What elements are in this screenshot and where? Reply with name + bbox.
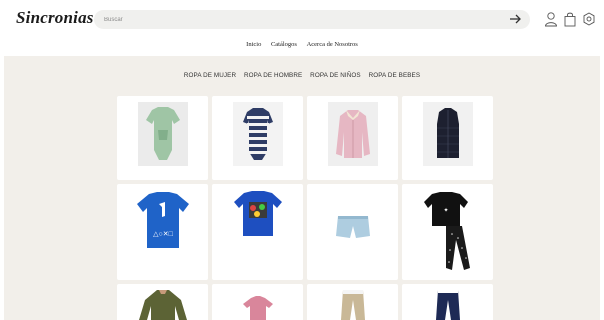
pink-tee-image [243, 296, 273, 320]
black-puffer-vest-image [423, 102, 473, 166]
pink-sherpa-jacket-image [328, 102, 378, 166]
category-hombre[interactable]: ROPA DE HOMBRE [244, 72, 302, 79]
product-card[interactable] [117, 96, 208, 180]
navy-jeans-image [436, 290, 460, 320]
user-icon[interactable] [544, 11, 558, 27]
product-card[interactable] [307, 284, 398, 320]
catalog-section: ROPA DE MUJER ROPA DE HOMBRE ROPA DE NIÑ… [4, 56, 600, 320]
product-card[interactable] [212, 96, 303, 180]
page: Sincronias Buscar Inicio Catálogos Acerc… [4, 0, 600, 320]
product-card[interactable] [402, 96, 493, 180]
search-input[interactable] [104, 13, 484, 26]
category-mujer[interactable]: ROPA DE MUJER [184, 72, 236, 79]
header-icons [544, 11, 596, 27]
settings-icon[interactable] [582, 11, 596, 27]
green-baby-romper-image [138, 102, 188, 166]
product-card[interactable] [307, 184, 398, 280]
khaki-pants-image [341, 290, 365, 320]
nav-item-acerca[interactable]: Acerca de Nosotros [307, 41, 358, 48]
nav-item-inicio[interactable]: Inicio [246, 41, 261, 48]
svg-text:△○✕□: △○✕□ [153, 231, 173, 238]
category-ninos[interactable]: ROPA DE NIÑOS [310, 72, 361, 79]
product-card[interactable] [212, 284, 303, 320]
product-card[interactable]: ✦ [402, 184, 493, 280]
search-bar[interactable] [94, 10, 530, 29]
header: Sincronias Buscar Inicio Catálogos Acerc… [4, 0, 600, 56]
black-pajama-set-image: ✦ [424, 192, 470, 270]
bag-icon[interactable] [563, 11, 577, 27]
product-card[interactable] [307, 96, 398, 180]
arrow-right-icon[interactable] [508, 12, 522, 26]
site-logo[interactable]: Sincronias [16, 8, 94, 28]
nav-item-catalogos[interactable]: Catálogos [271, 41, 297, 48]
light-blue-shorts-image [336, 216, 370, 238]
category-bebes[interactable]: ROPA DE BEBES [369, 72, 421, 79]
main-nav: Inicio Catálogos Acerca de Nosotros [4, 41, 600, 48]
category-menu: ROPA DE MUJER ROPA DE HOMBRE ROPA DE NIÑ… [4, 72, 600, 79]
product-card[interactable] [402, 284, 493, 320]
svg-text:✦: ✦ [443, 207, 448, 214]
olive-long-sleeve-image [139, 290, 187, 320]
product-card[interactable] [212, 184, 303, 280]
product-card[interactable] [117, 284, 208, 320]
product-card[interactable]: △○✕□ [117, 184, 208, 280]
striped-navy-romper-image [233, 102, 283, 166]
blue-graphic-tee-image [234, 191, 282, 236]
blue-playstation-tee-image: △○✕□ [137, 192, 189, 248]
